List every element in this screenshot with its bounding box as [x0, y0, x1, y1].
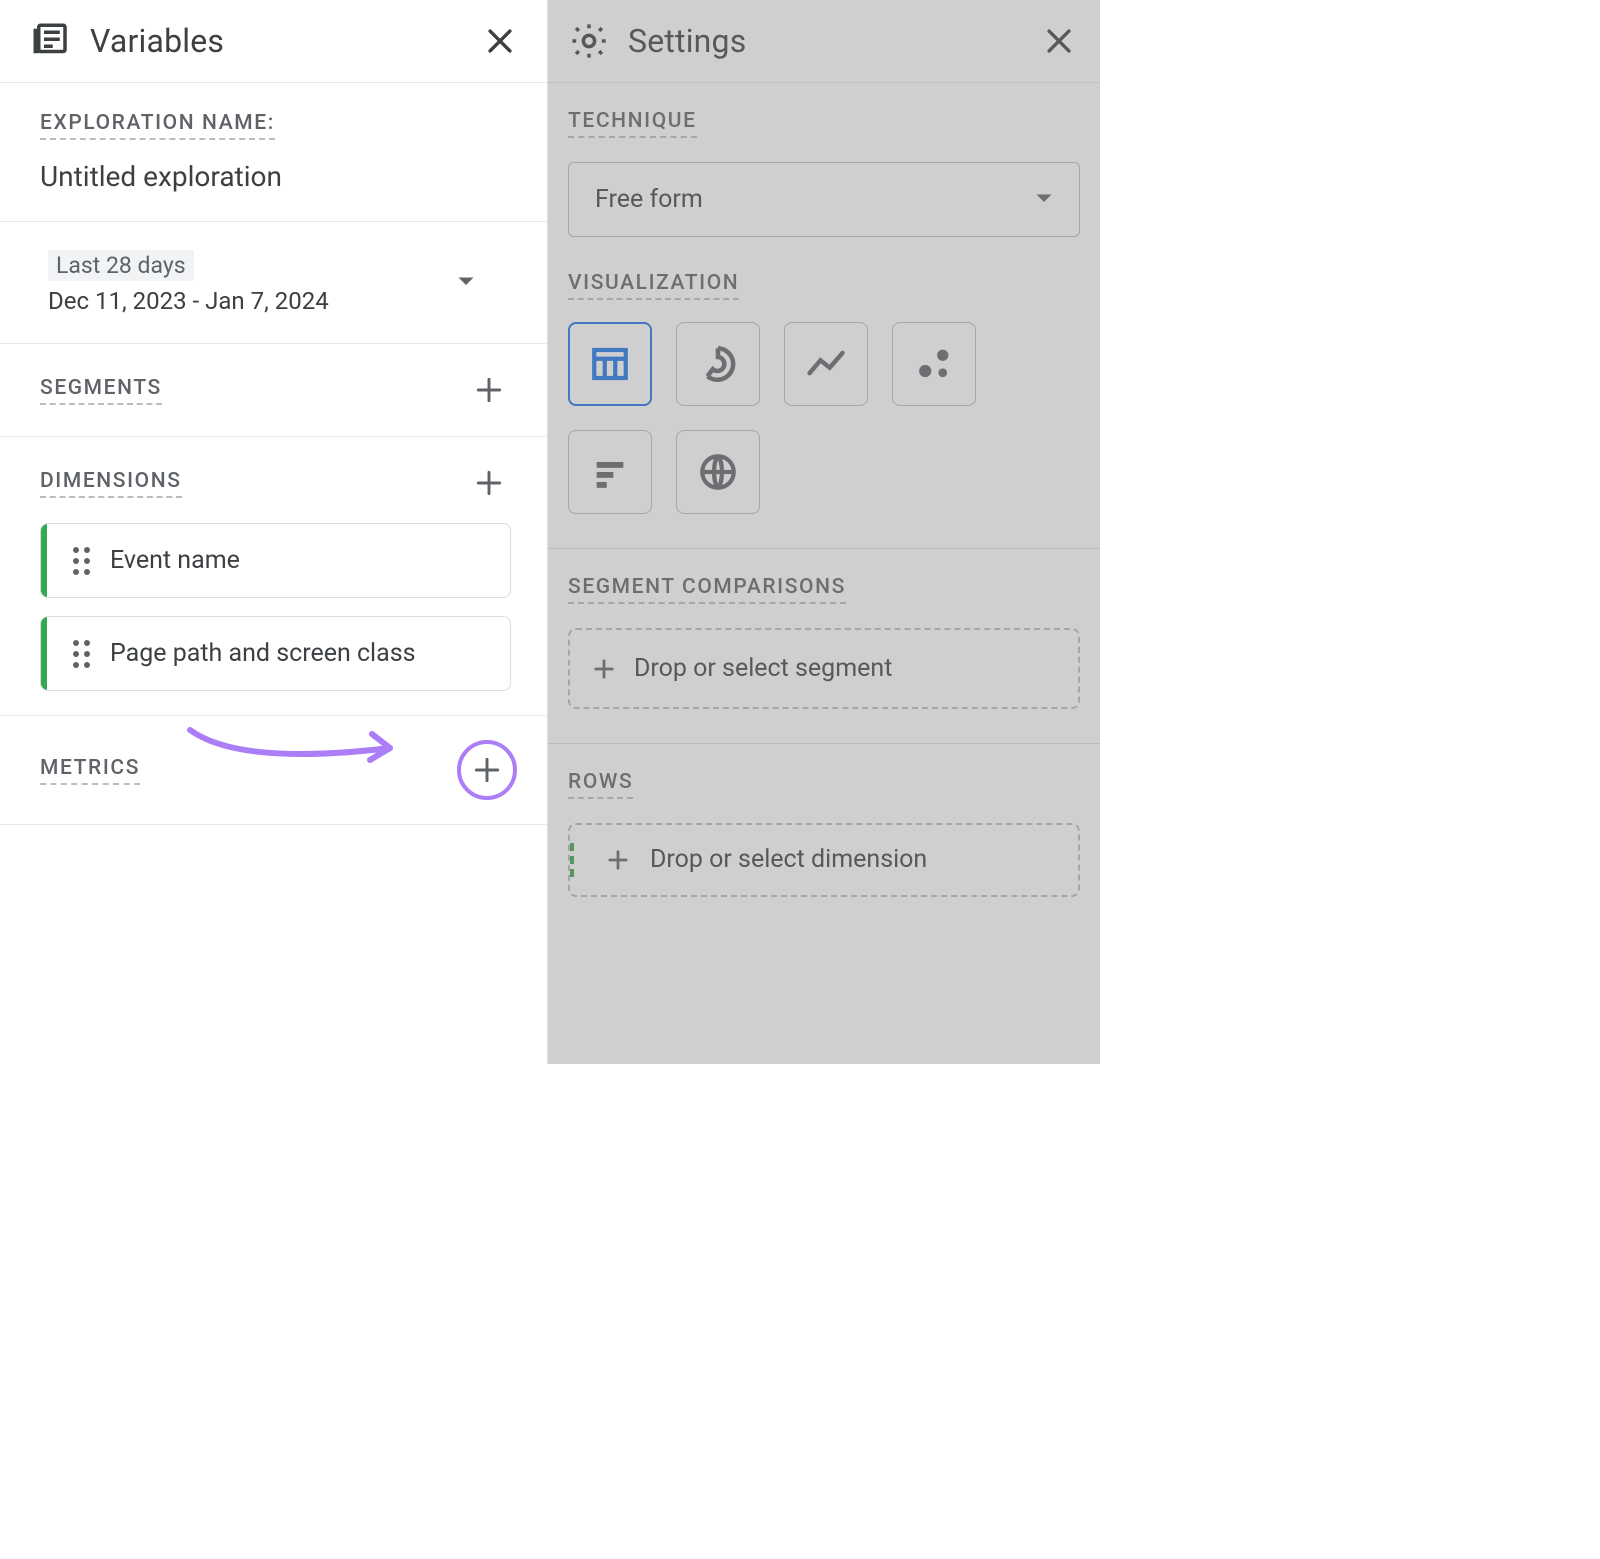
exploration-name-label: EXPLORATION NAME: — [40, 111, 275, 140]
dropdown-caret-icon — [1035, 190, 1053, 209]
rows-label: ROWS — [568, 770, 633, 799]
settings-title: Settings — [628, 22, 1018, 60]
viz-geo-button[interactable] — [676, 430, 760, 514]
dimension-chip-label: Event name — [110, 546, 240, 575]
segment-drop-zone[interactable]: Drop or select segment — [568, 628, 1080, 709]
drag-handle-icon[interactable] — [73, 547, 90, 575]
close-settings-button[interactable] — [1036, 18, 1082, 64]
variables-header: Variables — [0, 0, 547, 83]
add-segment-button[interactable] — [467, 368, 511, 412]
settings-panel: Settings TECHNIQUE Free form VISUALIZATI… — [548, 0, 1100, 1064]
exploration-name-section: EXPLORATION NAME: Untitled exploration — [0, 83, 547, 222]
visualization-grid — [568, 322, 1080, 514]
variables-panel: Variables EXPLORATION NAME: Untitled exp… — [0, 0, 548, 1064]
segments-label: SEGMENTS — [40, 376, 162, 405]
add-dimension-button[interactable] — [467, 461, 511, 505]
date-preset: Last 28 days — [48, 250, 194, 281]
segment-drop-text: Drop or select segment — [634, 654, 892, 683]
technique-select[interactable]: Free form — [568, 162, 1080, 237]
add-metric-button[interactable] — [471, 754, 503, 786]
dimension-chip-label: Page path and screen class — [110, 639, 416, 668]
dropdown-caret-icon — [457, 273, 475, 292]
dimensions-label: DIMENSIONS — [40, 469, 182, 498]
settings-header: Settings — [548, 0, 1100, 83]
viz-line-button[interactable] — [784, 322, 868, 406]
viz-scatter-button[interactable] — [892, 322, 976, 406]
highlight-annotation — [457, 740, 517, 800]
dimension-indicator — [570, 843, 578, 877]
dimension-chip[interactable]: Event name — [40, 523, 511, 598]
variables-title: Variables — [90, 22, 459, 60]
date-range-picker[interactable]: Last 28 days Dec 11, 2023 - Jan 7, 2024 — [0, 222, 547, 344]
segment-comparisons-label: SEGMENT COMPARISONS — [568, 575, 846, 604]
viz-table-button[interactable] — [568, 322, 652, 406]
metrics-section: METRICS — [0, 716, 547, 825]
exploration-name-input[interactable]: Untitled exploration — [40, 160, 511, 193]
gear-icon — [568, 20, 610, 62]
technique-section: TECHNIQUE Free form VISUALIZATION — [548, 83, 1100, 549]
date-range: Dec 11, 2023 - Jan 7, 2024 — [48, 287, 457, 315]
close-variables-button[interactable] — [477, 18, 523, 64]
metrics-label: METRICS — [40, 756, 140, 785]
visualization-label: VISUALIZATION — [568, 271, 739, 300]
dimensions-section: DIMENSIONS Event name Page path and scre… — [0, 437, 547, 716]
technique-label: TECHNIQUE — [568, 109, 697, 138]
segment-comparisons-section: SEGMENT COMPARISONS Drop or select segme… — [548, 549, 1100, 744]
rows-drop-text: Drop or select dimension — [650, 843, 927, 877]
rows-drop-zone[interactable]: Drop or select dimension — [568, 823, 1080, 897]
dimension-chip[interactable]: Page path and screen class — [40, 616, 511, 691]
drag-handle-icon[interactable] — [73, 640, 90, 668]
viz-bar-button[interactable] — [568, 430, 652, 514]
viz-donut-button[interactable] — [676, 322, 760, 406]
technique-value: Free form — [595, 185, 703, 214]
variables-icon — [30, 20, 72, 62]
segments-section: SEGMENTS — [0, 344, 547, 437]
rows-section: ROWS Drop or select dimension — [548, 744, 1100, 931]
